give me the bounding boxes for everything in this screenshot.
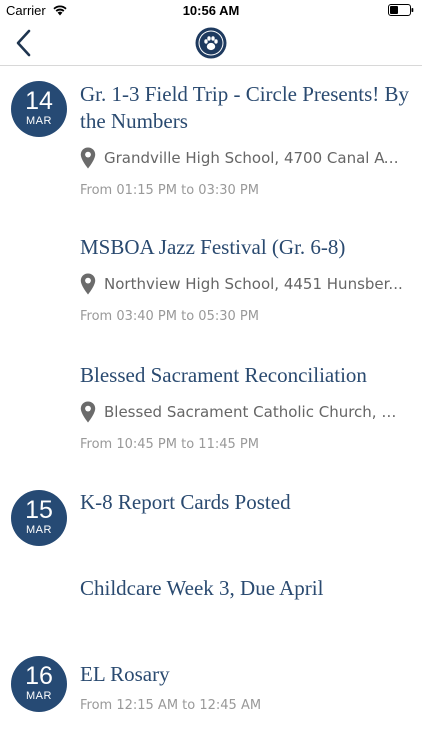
event-time: From 01:15 PM to 03:30 PM <box>80 183 259 198</box>
date-day: 14 <box>25 87 53 115</box>
event-title[interactable]: Blessed Sacrament Reconciliation <box>80 362 410 389</box>
event-item[interactable]: Childcare Week 3, Due April <box>80 575 410 602</box>
date-day: 15 <box>25 496 53 524</box>
event-time: From 12:15 AM to 12:45 AM <box>80 698 262 713</box>
event-list: 14 MAR Gr. 1-3 Field Trip - Circle Prese… <box>0 66 422 750</box>
location-text: Blessed Sacrament Catholic Church, 2... <box>104 403 404 421</box>
date-badge: 16 MAR <box>11 656 67 712</box>
location-text: Northview High School, 4451 Hunsber... <box>104 275 403 293</box>
date-month: MAR <box>26 115 52 127</box>
date-day: 16 <box>25 662 53 690</box>
battery-icon <box>388 4 414 16</box>
event-title[interactable]: EL Rosary <box>80 661 410 688</box>
date-badge: 14 MAR <box>11 81 67 137</box>
nav-bar <box>0 22 422 66</box>
event-location[interactable]: Blessed Sacrament Catholic Church, 2... <box>80 399 410 425</box>
back-button[interactable] <box>8 26 40 60</box>
event-item[interactable]: EL Rosary From 12:15 AM to 12:45 AM <box>80 661 410 713</box>
paw-logo-icon <box>195 27 227 59</box>
event-item[interactable]: MSBOA Jazz Festival (Gr. 6-8) Northview … <box>80 234 410 324</box>
screen: Carrier 10:56 AM 14 MAR Gr. 1-3 Field Tr… <box>0 0 422 750</box>
chevron-left-icon <box>16 29 31 57</box>
event-title[interactable]: MSBOA Jazz Festival (Gr. 6-8) <box>80 234 410 261</box>
date-month: MAR <box>26 524 52 536</box>
event-title[interactable]: Childcare Week 3, Due April <box>80 575 410 602</box>
event-location[interactable]: Northview High School, 4451 Hunsber... <box>80 271 410 297</box>
date-badge: 15 MAR <box>11 490 67 546</box>
status-bar: Carrier 10:56 AM <box>0 0 422 22</box>
event-title[interactable]: K-8 Report Cards Posted <box>80 489 410 516</box>
date-month: MAR <box>26 690 52 702</box>
status-time: 10:56 AM <box>182 3 240 18</box>
event-title[interactable]: Gr. 1-3 Field Trip - Circle Presents! By… <box>80 81 410 135</box>
location-text: Grandville High School, 4700 Canal Av... <box>104 149 404 167</box>
event-location[interactable]: Grandville High School, 4700 Canal Av... <box>80 145 410 171</box>
event-time: From 03:40 PM to 05:30 PM <box>80 309 259 324</box>
location-pin-icon <box>80 147 96 169</box>
event-item[interactable]: Gr. 1-3 Field Trip - Circle Presents! By… <box>80 81 410 198</box>
event-time: From 10:45 PM to 11:45 PM <box>80 437 259 452</box>
event-item[interactable]: K-8 Report Cards Posted <box>80 489 410 516</box>
event-item[interactable]: Blessed Sacrament Reconciliation Blessed… <box>80 362 410 452</box>
location-pin-icon <box>80 273 96 295</box>
location-pin-icon <box>80 401 96 423</box>
